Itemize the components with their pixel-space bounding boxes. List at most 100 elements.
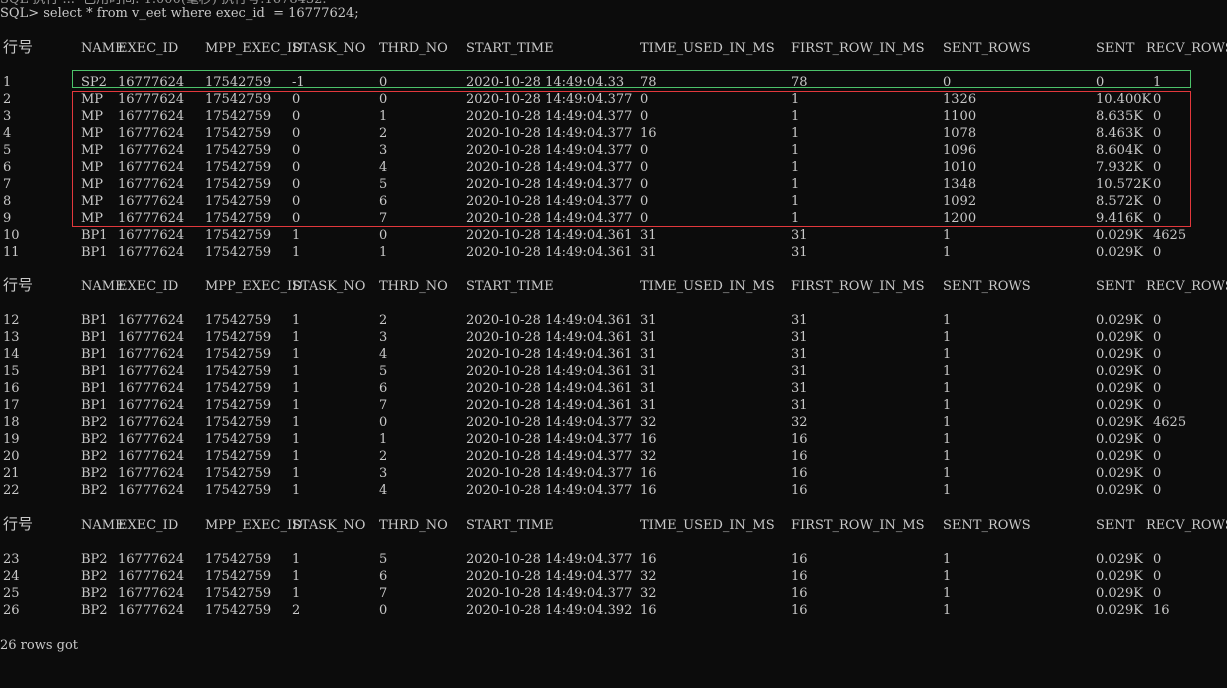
cell-name: BP2: [81, 449, 108, 464]
cell-exec-id: 16777624: [118, 552, 185, 567]
cell-recv-rows: 0: [1153, 364, 1162, 379]
cell-thrd-no: 5: [379, 364, 388, 379]
cell-recv-rows: 0: [1153, 398, 1162, 413]
cell-start-time: 2020-10-28 14:49:04.377: [466, 415, 633, 430]
table-row: 15 BP1 16777624 17542759 1 5 2020-10-28 14:49:…: [0, 363, 1227, 380]
cell-stask-no: 1: [292, 313, 301, 328]
cell-recv-rows: 16: [1153, 603, 1170, 618]
cell-exec-id: 16777624: [118, 347, 185, 362]
cell-mpp-exec-id: 17542759: [205, 364, 272, 379]
cell-exec-id: 16777624: [118, 586, 185, 601]
cell-stask-no: 1: [292, 586, 301, 601]
cell-sent-rows: 1: [943, 483, 952, 498]
cell-rownum: 8: [3, 194, 12, 209]
cell-mpp-exec-id: 17542759: [205, 552, 272, 567]
terminal-window[interactable]: SQL 执行 ... 已用时间: 1.000(毫秒) 执行号:1678432. …: [0, 0, 1227, 660]
cell-start-time: 2020-10-28 14:49:04.361: [466, 228, 633, 243]
rows-count-text: 26 rows got: [0, 638, 79, 653]
cell-time-used: 31: [640, 330, 657, 345]
table-row: 25 BP2 16777624 17542759 1 7 2020-10-28 14:49:…: [0, 585, 1227, 602]
cell-thrd-no: 0: [379, 415, 388, 430]
cell-name: BP1: [81, 364, 108, 379]
highlight-box-mp: [72, 91, 1191, 227]
cell-start-time: 2020-10-28 14:49:04.361: [466, 313, 633, 328]
cell-sent: 0.029K: [1096, 228, 1143, 243]
cell-recv-rows: 0: [1153, 569, 1162, 584]
cell-start-time: 2020-10-28 14:49:04.361: [466, 364, 633, 379]
cell-name: BP2: [81, 552, 108, 567]
cell-rownum: 16: [3, 381, 20, 396]
cell-thrd-no: 3: [379, 330, 388, 345]
cell-rownum: 21: [3, 466, 20, 481]
cell-sent-rows: 1: [943, 398, 952, 413]
cell-thrd-no: 6: [379, 381, 388, 396]
cell-first-row: 16: [791, 483, 808, 498]
cell-thrd-no: 2: [379, 313, 388, 328]
cell-first-row: 31: [791, 364, 808, 379]
cell-first-row: 16: [791, 552, 808, 567]
cell-name: BP1: [81, 313, 108, 328]
cell-exec-id: 16777624: [118, 603, 185, 618]
cell-start-time: 2020-10-28 14:49:04.377: [466, 586, 633, 601]
cell-thrd-no: 0: [379, 603, 388, 618]
cell-stask-no: 1: [292, 347, 301, 362]
table-row: 12 BP1 16777624 17542759 1 2 2020-10-28 14:49:…: [0, 312, 1227, 329]
table-row: 19 BP2 16777624 17542759 1 1 2020-10-28 14:49:…: [0, 431, 1227, 448]
cell-mpp-exec-id: 17542759: [205, 381, 272, 396]
cell-start-time: 2020-10-28 14:49:04.392: [466, 603, 633, 618]
cell-exec-id: 16777624: [118, 483, 185, 498]
cell-thrd-no: 1: [379, 245, 388, 260]
cell-exec-id: 16777624: [118, 330, 185, 345]
cell-stask-no: 1: [292, 330, 301, 345]
cell-name: BP1: [81, 245, 108, 260]
cell-sent: 0.029K: [1096, 330, 1143, 345]
cell-exec-id: 16777624: [118, 364, 185, 379]
table-row: 22 BP2 16777624 17542759 1 4 2020-10-28 14:49:…: [0, 482, 1227, 499]
cell-first-row: 31: [791, 381, 808, 396]
table-row: 14 BP1 16777624 17542759 1 4 2020-10-28 14:49:…: [0, 346, 1227, 363]
cell-thrd-no: 5: [379, 552, 388, 567]
cell-first-row: 32: [791, 415, 808, 430]
cell-time-used: 32: [640, 449, 657, 464]
cell-start-time: 2020-10-28 14:49:04.377: [466, 552, 633, 567]
cell-sent: 0.029K: [1096, 552, 1143, 567]
cell-time-used: 32: [640, 415, 657, 430]
cell-recv-rows: 0: [1153, 466, 1162, 481]
cell-sent-rows: 1: [943, 432, 952, 447]
cell-sent: 0.029K: [1096, 603, 1143, 618]
cell-sent-rows: 1: [943, 603, 952, 618]
cell-rownum: 12: [3, 313, 20, 328]
cell-mpp-exec-id: 17542759: [205, 228, 272, 243]
cell-sent-rows: 1: [943, 552, 952, 567]
cell-recv-rows: 0: [1153, 552, 1162, 567]
cell-time-used: 31: [640, 313, 657, 328]
cell-thrd-no: 0: [379, 228, 388, 243]
cell-rownum: 11: [3, 245, 20, 260]
cell-recv-rows: 0: [1153, 449, 1162, 464]
table-row: 17 BP1 16777624 17542759 1 7 2020-10-28 14:49:…: [0, 397, 1227, 414]
rows-count-line: 26 rows got: [0, 637, 1227, 654]
cell-sent-rows: 1: [943, 415, 952, 430]
cell-sent-rows: 1: [943, 364, 952, 379]
cell-stask-no: 1: [292, 398, 301, 413]
cell-stask-no: 1: [292, 483, 301, 498]
cell-sent-rows: 1: [943, 381, 952, 396]
cell-mpp-exec-id: 17542759: [205, 398, 272, 413]
cell-start-time: 2020-10-28 14:49:04.377: [466, 432, 633, 447]
cell-thrd-no: 7: [379, 398, 388, 413]
cell-stask-no: 2: [292, 603, 301, 618]
cell-sent: 0.029K: [1096, 347, 1143, 362]
cell-start-time: 2020-10-28 14:49:04.377: [466, 466, 633, 481]
cell-name: BP2: [81, 432, 108, 447]
cell-first-row: 31: [791, 313, 808, 328]
cell-mpp-exec-id: 17542759: [205, 586, 272, 601]
cell-name: BP2: [81, 586, 108, 601]
cell-name: BP2: [81, 483, 108, 498]
table-row: 20 BP2 16777624 17542759 1 2 2020-10-28 14:49:…: [0, 448, 1227, 465]
cell-first-row: 16: [791, 432, 808, 447]
cell-sent-rows: 1: [943, 228, 952, 243]
cell-exec-id: 16777624: [118, 466, 185, 481]
header-separator: [0, 289, 1227, 306]
cell-recv-rows: 4625: [1153, 228, 1187, 243]
cell-first-row: 16: [791, 449, 808, 464]
